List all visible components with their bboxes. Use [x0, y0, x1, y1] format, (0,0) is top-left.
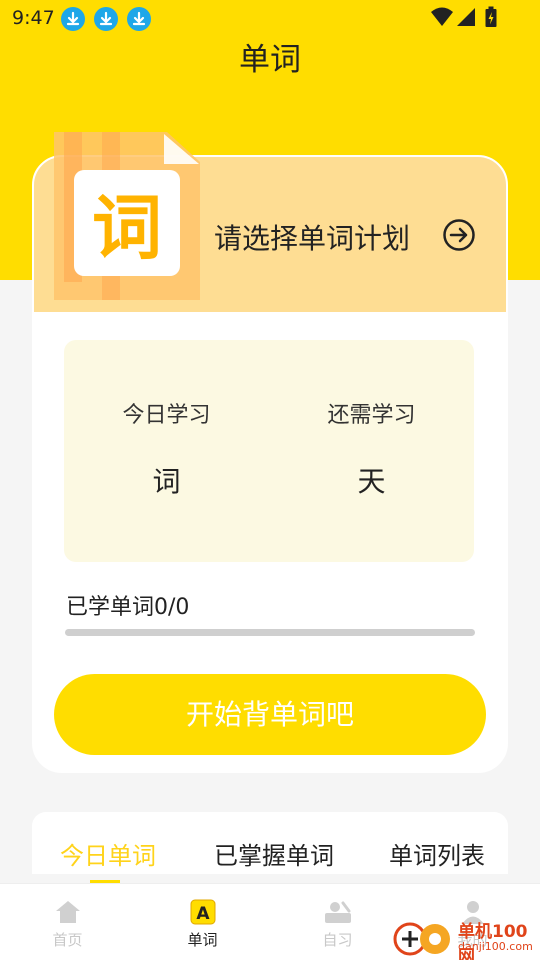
nav-item-study[interactable]: 自习	[270, 884, 405, 960]
word-book-icon: 词	[54, 132, 200, 300]
remaining-study-label: 还需学习	[327, 403, 416, 428]
start-memorizing-button[interactable]: 开始背单词吧	[54, 674, 486, 755]
watermark-logo-icon	[393, 922, 450, 956]
nav-label-home: 首页	[52, 931, 83, 949]
nav-item-home[interactable]: 首页	[0, 884, 135, 960]
watermark-brand: 单机100网	[458, 922, 528, 960]
page-title: 单词	[239, 42, 301, 78]
nav-item-words[interactable]: A 单词	[135, 884, 270, 960]
site-watermark: 单机100网 danji100.com	[390, 913, 540, 960]
tab-mastered-words[interactable]: 已掌握单词	[214, 836, 334, 871]
stats-panel: 今日学习 还需学习 词 天	[64, 340, 474, 562]
download-notification-icon	[94, 7, 118, 31]
word-a-icon: A	[190, 899, 215, 925]
study-icon	[324, 901, 351, 923]
wifi-icon	[431, 7, 453, 26]
status-bar: 9:47	[0, 0, 540, 36]
status-time: 9:47	[12, 7, 55, 29]
today-study-value: 词	[152, 465, 181, 498]
select-plan-text[interactable]: 请选择单词计划	[214, 217, 410, 257]
download-notification-icon	[61, 7, 85, 31]
word-tabs: 今日单词 已掌握单词 单词列表	[32, 812, 508, 874]
logo-char: 词	[92, 187, 162, 269]
today-study-label: 今日学习	[122, 403, 211, 428]
signal-icon	[457, 8, 475, 26]
nav-label-words: 单词	[187, 931, 218, 949]
arrow-right-circle-icon[interactable]	[442, 218, 476, 252]
tab-today-words[interactable]: 今日单词	[60, 836, 156, 871]
nav-label-study: 自习	[322, 931, 353, 949]
home-icon	[55, 901, 80, 923]
tab-word-list[interactable]: 单词列表	[389, 836, 485, 871]
remaining-study-value: 天	[357, 465, 386, 498]
watermark-url: danji100.com	[458, 940, 533, 953]
progress-bar	[65, 629, 475, 636]
learned-words-count: 已学单词0/0	[66, 595, 190, 620]
download-notification-icon	[127, 7, 151, 31]
battery-icon	[485, 6, 497, 27]
svg-text:A: A	[196, 904, 210, 924]
